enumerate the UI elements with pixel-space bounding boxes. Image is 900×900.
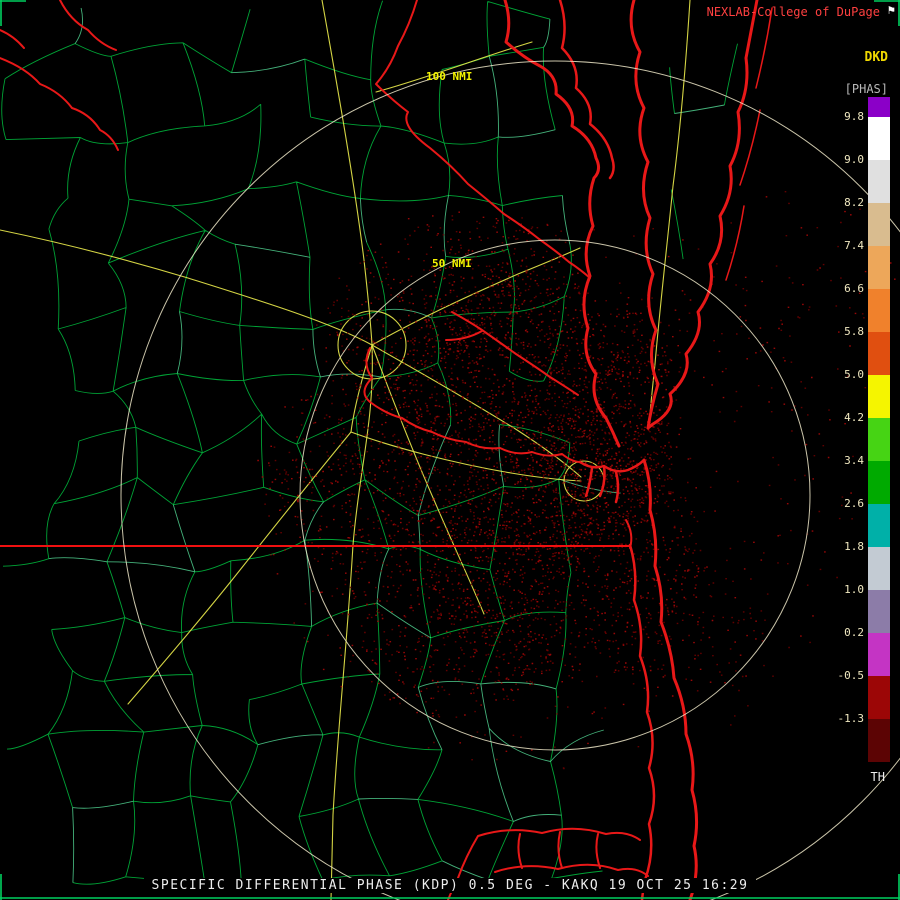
- radar-map: 100 NMI 50 NMI: [0, 0, 900, 900]
- colorbar-segment: [868, 97, 890, 117]
- colorbar-segment: [868, 461, 890, 504]
- colorbar-segment: [868, 590, 890, 633]
- colorbar-segment: [868, 246, 890, 289]
- range-ring-50nmi: [299, 239, 811, 751]
- rappahannock-river: [375, 0, 591, 279]
- threshold-label: TH: [870, 770, 885, 784]
- us-360-southeast: [371, 344, 485, 615]
- colorbar-segment: [868, 504, 890, 547]
- colorbar-segment: [868, 633, 890, 676]
- back-bay-shore: [625, 519, 633, 549]
- range-ring-label-50: 50 NMI: [432, 257, 472, 270]
- colorbar: [868, 97, 890, 762]
- product-units: [PHAS]: [844, 82, 888, 96]
- brand-text: NEXLAB-College of DuPage: [706, 5, 880, 19]
- highways-layer: [0, 0, 691, 900]
- colorbar-segment: [868, 418, 890, 461]
- caption-row: SPECIFIC DIFFERENTIAL PHASE (KDP) 0.5 DE…: [0, 874, 900, 893]
- us-13-delmarva: [648, 0, 691, 427]
- product-code: DKD: [864, 50, 888, 65]
- interstate-64-east: [371, 344, 582, 478]
- colorbar-segment: [868, 547, 890, 590]
- upper-left-rivers: [0, 0, 119, 151]
- range-rings: 100 NMI 50 NMI: [120, 60, 900, 900]
- delmarva-atlantic-shore: [646, 0, 759, 430]
- frame-marks: [0, 0, 900, 900]
- range-ring-label-100: 100 NMI: [426, 70, 472, 83]
- road-fredericksburg: [375, 41, 533, 93]
- radar-screen: 100 NMI 50 NMI NEXLAB-College of DuPage …: [0, 0, 900, 900]
- colorbar-segment: [868, 719, 890, 762]
- county-lines: [1, 0, 738, 887]
- james-river: [363, 347, 581, 463]
- colorbar-segment: [868, 117, 890, 160]
- radar-echoes-dark: [268, 208, 881, 770]
- colorbar-segment: [868, 289, 890, 332]
- interstate-95: [321, 0, 373, 900]
- county-boundaries-layer: [1, 0, 738, 887]
- colorbar-segment: [868, 676, 890, 719]
- colorbar-segment: [868, 375, 890, 418]
- st-marys-shore: [558, 0, 615, 180]
- range-ring-100nmi: [120, 60, 900, 900]
- radar-echoes-bright: [257, 196, 896, 752]
- colorbar-segment: [868, 332, 890, 375]
- coastline-rivers-layer: [0, 0, 773, 900]
- station-flag-icon: ⚑: [887, 3, 895, 17]
- colorbar-segment: [868, 203, 890, 246]
- radar-echo-layer: [257, 191, 896, 770]
- colorbar-segment: [868, 160, 890, 203]
- product-caption: SPECIFIC DIFFERENTIAL PHASE (KDP) 0.5 DE…: [143, 878, 757, 893]
- us-301-southwest: [127, 431, 352, 705]
